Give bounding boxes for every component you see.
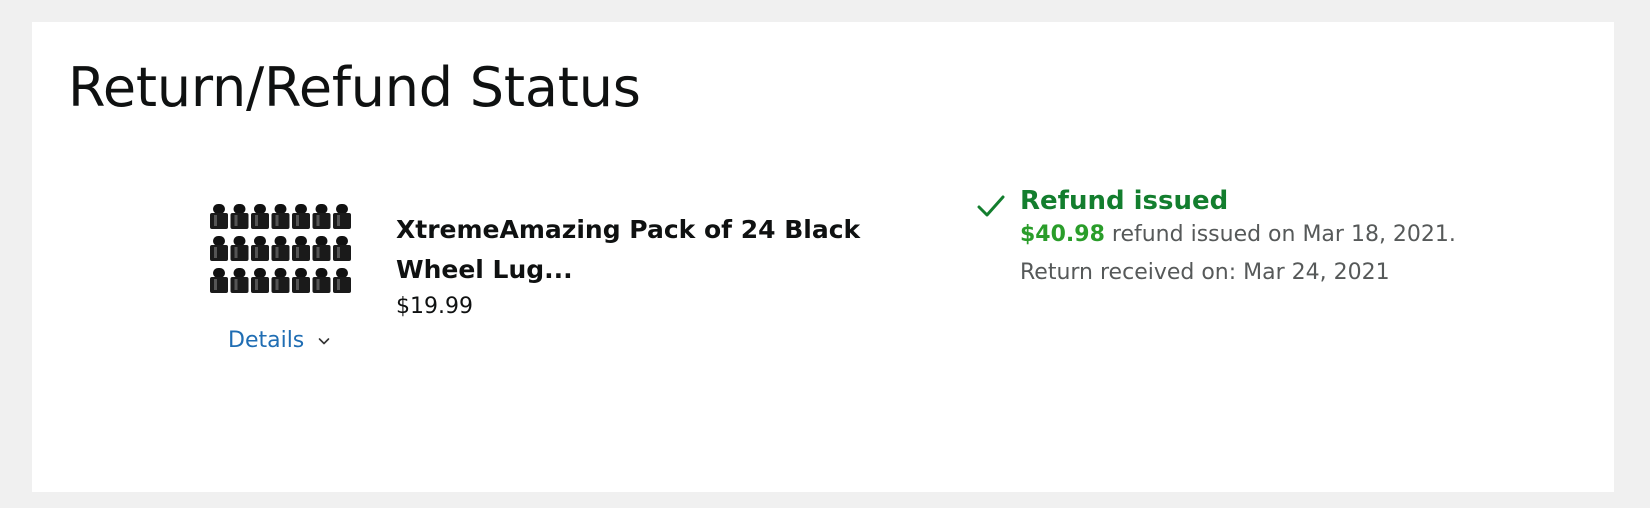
lug-nut <box>333 236 351 261</box>
refund-text: refund issued on Mar 18, 2021. <box>1104 222 1456 247</box>
lug-nut <box>230 268 249 293</box>
lug-nut <box>333 268 351 293</box>
lug-nut <box>271 236 290 261</box>
lug-nut <box>292 268 310 293</box>
lug-nut <box>271 268 290 293</box>
lug-nut <box>210 204 228 229</box>
lug-nut <box>230 204 249 229</box>
details-label[interactable]: Details <box>228 328 304 353</box>
lug-nut <box>312 236 331 261</box>
lug-nut <box>210 268 228 293</box>
refund-status-card: Return/Refund Status Details XtremeAmazi… <box>32 22 1614 492</box>
lug-nut <box>292 204 310 229</box>
product-image[interactable] <box>206 200 356 295</box>
lug-nut <box>312 268 331 293</box>
product-title[interactable]: XtremeAmazing Pack of 24 Black Wheel Lug… <box>396 210 936 290</box>
lug-nut <box>251 236 269 261</box>
check-icon <box>977 195 1005 217</box>
refund-line: $40.98 refund issued on Mar 18, 2021. <box>1020 222 1456 247</box>
details-toggle[interactable]: Details <box>228 328 330 353</box>
lug-nut <box>292 236 310 261</box>
refund-amount: $40.98 <box>1020 222 1105 247</box>
page-title: Return/Refund Status <box>68 56 641 119</box>
lug-nut <box>271 204 290 229</box>
lug-nut <box>333 204 351 229</box>
chevron-down-icon[interactable] <box>318 335 330 347</box>
lug-nut <box>312 204 331 229</box>
lug-nut <box>251 204 269 229</box>
lug-nut <box>251 268 269 293</box>
lug-nut <box>230 236 249 261</box>
lug-nut <box>210 236 228 261</box>
product-price: $19.99 <box>396 294 473 319</box>
status-title: Refund issued <box>1020 186 1229 216</box>
return-received-text: Return received on: Mar 24, 2021 <box>1020 260 1390 285</box>
